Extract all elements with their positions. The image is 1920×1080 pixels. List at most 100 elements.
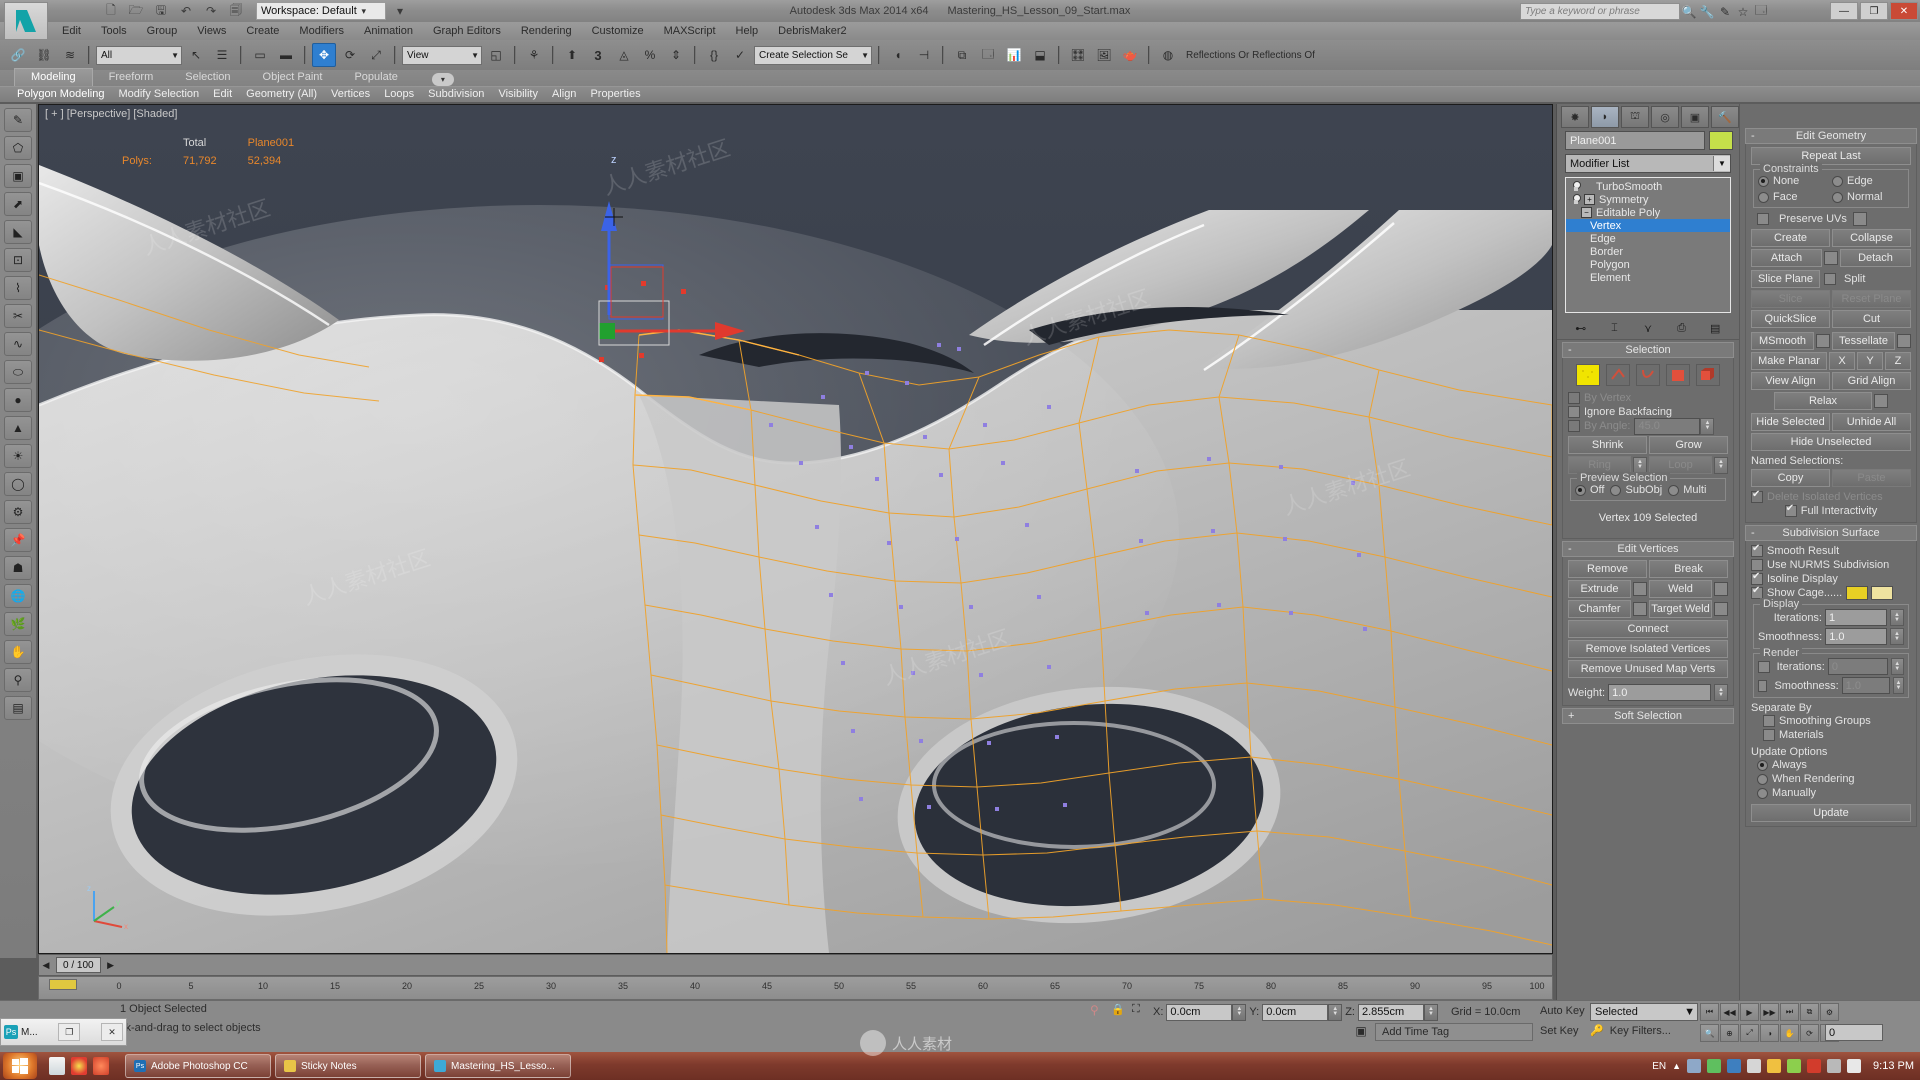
by-angle-checkbox[interactable] [1568,420,1580,432]
select-by-name-icon[interactable]: ☰ [210,43,234,67]
menu-animation[interactable]: Animation [354,22,423,40]
loop-spinner[interactable]: ▲ ▼ [1714,456,1728,474]
undo-icon[interactable]: ↶ [175,1,197,21]
selection-lock-icon[interactable]: ⛶ [1132,1003,1150,1021]
copy-button[interactable]: Copy [1751,469,1830,487]
network-icon[interactable] [1687,1059,1702,1073]
ring-spinner[interactable]: ▲ ▼ [1633,456,1647,474]
chevron-down-icon[interactable]: ▼ [861,51,869,60]
weld-button[interactable]: Weld [1649,580,1712,598]
connect-button[interactable]: Connect [1568,620,1728,638]
ribbon-tab-selection[interactable]: Selection [169,69,246,86]
reset-plane-button[interactable]: Reset Plane [1832,290,1911,308]
unlink-selection-icon[interactable]: ⛓ [32,43,56,67]
make-planar-z-button[interactable]: Z [1885,352,1911,370]
coord-z-spinner[interactable]: ▲ ▼ [1423,1003,1438,1021]
paint-selection-icon[interactable]: ✎ [4,108,32,132]
rollout-selection-header[interactable]: - Selection [1562,342,1734,358]
cone-icon[interactable]: ▲ [4,416,32,440]
menu-maxscript[interactable]: MAXScript [654,22,726,40]
percent-snap-icon[interactable]: % [638,43,662,67]
constraint-none-option[interactable]: None [1758,174,1830,188]
hand-icon[interactable]: ✋ [4,640,32,664]
weld-settings-icon[interactable] [1714,582,1728,596]
show-cage-color1-swatch[interactable] [1846,586,1869,600]
paste-button[interactable]: Paste [1832,469,1911,487]
cut-icon[interactable]: ✂ [4,304,32,328]
show-cage-color2-swatch[interactable] [1871,586,1894,600]
chevron-down-icon[interactable]: ▾ [357,6,371,17]
current-frame-display[interactable]: 0 / 100 [56,957,101,973]
break-button[interactable]: Break [1649,560,1728,578]
ribbon-tab-modeling[interactable]: Modeling [14,68,93,86]
menu-group[interactable]: Group [137,22,188,40]
angle-snap-icon[interactable]: ◬ [612,43,636,67]
border-mode-icon[interactable] [1636,364,1660,386]
render-smoothness-checkbox[interactable] [1758,679,1768,692]
display-smoothness-value[interactable]: 1.0 [1825,628,1888,645]
photoshop-close-button[interactable]: ✕ [100,1023,123,1041]
menu-edit[interactable]: Edit [52,22,91,40]
minimize-button[interactable]: — [1830,2,1858,20]
chrome-icon[interactable] [71,1057,87,1075]
use-pivot-point-center-icon[interactable]: ◱ [484,43,508,67]
rendered-frame-window-icon[interactable]: 🖼 [1092,43,1116,67]
reflections-icon[interactable]: ◍ [1156,43,1180,67]
antivirus-icon[interactable] [1807,1059,1822,1073]
display-icon[interactable] [1727,1059,1742,1073]
volume-icon[interactable] [1847,1059,1862,1073]
constraint-face-option[interactable]: Face [1758,190,1830,204]
previous-frame-icon[interactable]: ◀◀ [1720,1003,1739,1021]
set-key-icon[interactable]: 🔑 [1590,1025,1604,1037]
language-indicator[interactable]: EN [1652,1061,1666,1072]
materials-row[interactable]: Materials [1751,728,1911,742]
stack-item-symmetry[interactable]: + Symmetry [1566,193,1730,206]
key-mode-toggle-icon[interactable]: ⧉ [1800,1003,1819,1021]
dropbox-icon[interactable] [1747,1059,1762,1073]
render-production-icon[interactable]: 🫖 [1118,43,1142,67]
full-interactivity-checkbox[interactable] [1784,503,1797,517]
update-when-rendering-radio[interactable] [1757,773,1768,785]
new-icon[interactable]: 🗋 [100,1,122,21]
help-window-icon[interactable]: 🗔 [1752,3,1770,20]
smooth-result-row[interactable]: Smooth Result [1751,543,1911,558]
stack-subobject-polygon[interactable]: Polygon [1566,258,1730,271]
schematic-view-icon[interactable]: 📊 [1002,43,1026,67]
subtab-vertices[interactable]: Vertices [324,87,377,102]
select-and-manipulate-icon[interactable]: ⚘ [522,43,546,67]
rollout-soft-selection-header[interactable]: + Soft Selection [1562,708,1734,724]
rollout-toggle-icon[interactable]: - [1568,543,1572,555]
ribbon-tab-populate[interactable]: Populate [338,69,413,86]
element-mode-icon[interactable] [1696,364,1720,386]
split-checkbox[interactable] [1824,273,1836,285]
explorer-icon[interactable] [49,1057,65,1075]
target-weld-button[interactable]: Target Weld [1649,600,1712,618]
time-slider-handle[interactable] [49,979,77,990]
rollout-toggle-icon[interactable]: - [1751,130,1755,142]
preserve-uvs-settings-icon[interactable] [1852,212,1867,226]
pin-stack-icon[interactable]: ⊷ [1572,321,1590,336]
menu-graph-editors[interactable]: Graph Editors [423,22,511,40]
chamfer-settings-icon[interactable] [1633,602,1647,616]
render-iterations-value[interactable]: 0 [1827,658,1888,675]
star-icon[interactable]: ☆ [1734,4,1752,20]
msmooth-settings-icon[interactable] [1816,334,1830,348]
named-selection-marker-icon[interactable]: ✓ [728,43,752,67]
render-iterations-checkbox[interactable] [1758,660,1770,673]
extrude-settings-icon[interactable] [1633,582,1647,596]
create-button[interactable]: Create [1751,229,1830,247]
select-link-icon[interactable]: 🔗 [6,43,30,67]
application-menu-button[interactable] [4,2,48,40]
stack-subobject-element[interactable]: Element [1566,271,1730,284]
show-end-result-icon[interactable]: ⌶ [1605,321,1623,336]
align-icon[interactable]: ⊣ [912,43,936,67]
spinner-snap-icon[interactable]: ⇕ [664,43,688,67]
constraint-none-radio[interactable] [1758,175,1769,187]
wrench-icon[interactable]: 🔧 [1698,4,1716,20]
firefox-icon[interactable] [93,1057,109,1075]
select-and-rotate-icon[interactable]: ⟳ [338,43,362,67]
constraint-face-radio[interactable] [1758,191,1769,203]
hierarchy-tab[interactable]: ⛫ [1621,106,1649,128]
photoshop-minimized-window[interactable]: Ps M... ❐ ✕ [0,1018,127,1046]
render-iterations-spinner[interactable]: ▲ ▼ [1890,658,1904,675]
